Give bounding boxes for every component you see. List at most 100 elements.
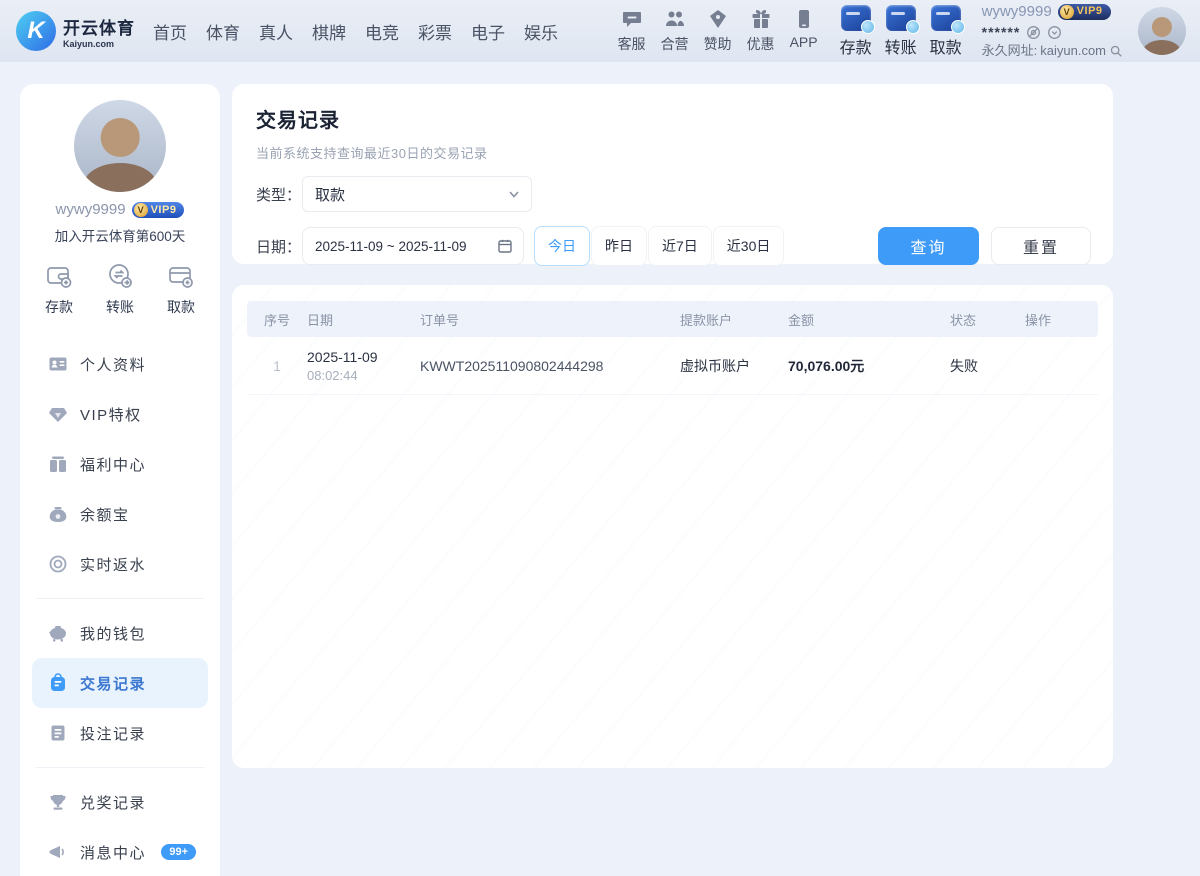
- sidebar-item-rebate-label: 实时返水: [80, 554, 146, 575]
- rebate-circle-icon: [48, 554, 68, 574]
- promotions-label: 优惠: [747, 34, 775, 54]
- search-icon[interactable]: [1109, 44, 1124, 59]
- col-amount: 金额: [788, 310, 950, 329]
- nav-item-esports[interactable]: 电竞: [365, 19, 399, 44]
- sidebar-item-profile[interactable]: 个人资料: [32, 339, 208, 389]
- masked-balance: ******: [982, 24, 1021, 42]
- profile-vip-badge[interactable]: V VIP9: [132, 202, 185, 218]
- topbar-wallet-group: 存款 转账 取款: [840, 5, 962, 58]
- id-card-icon: [48, 354, 68, 374]
- type-label: 类型：: [256, 184, 302, 205]
- nav-item-home[interactable]: 首页: [153, 19, 187, 44]
- profile-avatar[interactable]: [74, 100, 166, 192]
- type-select-value: 取款: [315, 184, 345, 205]
- col-account: 提款账户: [680, 310, 788, 329]
- sidebar-item-wallet[interactable]: 我的钱包: [32, 608, 208, 658]
- message-count-badge: 99+: [161, 844, 196, 860]
- range-7days-button[interactable]: 近7日: [648, 226, 712, 266]
- transfer-outline-icon: [105, 261, 135, 291]
- table-row[interactable]: 1 2025-11-09 08:02:44 KWWT20251109080244…: [247, 337, 1098, 395]
- cell-order-no: KWWT202511090802444298: [420, 358, 680, 374]
- nav-item-sports[interactable]: 体育: [206, 19, 240, 44]
- sidebar-item-bets[interactable]: 投注记录: [32, 708, 208, 758]
- bet-record-icon: [48, 723, 68, 743]
- card-outline-icon: [166, 261, 196, 291]
- sidebar-menu: 个人资料 VIP特权 福利中心 余额宝 实时返水: [20, 339, 220, 876]
- page-title: 交易记录: [256, 104, 1091, 133]
- sidebar-item-messages-label: 消息中心: [80, 842, 146, 863]
- sidebar-item-rebate[interactable]: 实时返水: [32, 539, 208, 589]
- type-select[interactable]: 取款: [302, 176, 532, 212]
- sidebar-withdraw-label: 取款: [167, 297, 195, 317]
- withdraw-button[interactable]: 取款: [930, 5, 962, 58]
- brand-domain: Kaiyun.com: [63, 39, 135, 49]
- quick-range-group: 今日 昨日 近7日 近30日: [534, 226, 784, 266]
- transfer-button[interactable]: 转账: [885, 5, 917, 58]
- nav-item-entertainment[interactable]: 娱乐: [524, 19, 558, 44]
- range-today-button[interactable]: 今日: [534, 226, 590, 266]
- sidebar-transfer-button[interactable]: 转账: [105, 261, 135, 317]
- sidebar-item-messages[interactable]: 消息中心 99+: [32, 827, 208, 876]
- permanent-url[interactable]: kaiyun.com: [1040, 43, 1106, 59]
- money-pouch-icon: [48, 504, 68, 524]
- col-date: 日期: [307, 310, 420, 329]
- col-status: 状态: [950, 310, 1025, 329]
- topbar-quick-icons: 客服 合营 赞助 优惠: [618, 8, 818, 54]
- deposit-button[interactable]: 存款: [840, 5, 872, 58]
- nav-item-lottery[interactable]: 彩票: [418, 19, 452, 44]
- sidebar-item-bets-label: 投注记录: [80, 723, 146, 744]
- sidebar-item-welfare[interactable]: 福利中心: [32, 439, 208, 489]
- gift-icon: [750, 8, 772, 30]
- nav-item-live[interactable]: 真人: [259, 19, 293, 44]
- brand-name: 开云体育: [63, 14, 135, 39]
- app-label: APP: [790, 34, 818, 50]
- vip-badge[interactable]: V VIP9: [1058, 4, 1111, 20]
- sidebar-item-transactions[interactable]: 交易记录: [32, 658, 208, 708]
- sidebar-deposit-button[interactable]: 存款: [44, 261, 74, 317]
- sidebar: wywy9999 V VIP9 加入开云体育第600天 存款 转账 取款: [20, 84, 220, 876]
- withdraw-icon: [931, 5, 961, 31]
- vip-shield-icon: V: [1060, 5, 1074, 19]
- col-operation: 操作: [1025, 310, 1098, 329]
- sidebar-item-profile-label: 个人资料: [80, 354, 146, 375]
- promotions-button[interactable]: 优惠: [747, 8, 775, 54]
- sidebar-deposit-label: 存款: [45, 297, 73, 317]
- eye-off-icon[interactable]: [1026, 25, 1041, 40]
- col-order-no: 订单号: [420, 310, 680, 329]
- cell-amount: 70,076.00元: [788, 356, 950, 376]
- partners-button[interactable]: 合营: [661, 8, 689, 54]
- sponsor-icon: [707, 8, 729, 30]
- profile-vip-shield-icon: V: [134, 203, 148, 217]
- sidebar-withdraw-button[interactable]: 取款: [166, 261, 196, 317]
- sidebar-item-prizes[interactable]: 兑奖记录: [32, 777, 208, 827]
- welfare-gift-icon: [48, 454, 68, 474]
- chat-icon: [621, 8, 643, 30]
- app-download-button[interactable]: APP: [790, 8, 818, 50]
- prize-trophy-icon: [48, 792, 68, 812]
- join-days-text: 加入开云体育第600天: [55, 225, 186, 245]
- user-avatar[interactable]: [1138, 7, 1186, 55]
- transfer-icon: [886, 5, 916, 31]
- sidebar-item-yuebao[interactable]: 余额宝: [32, 489, 208, 539]
- deposit-icon: [841, 5, 871, 31]
- megaphone-icon: [48, 842, 68, 862]
- nav-item-slots[interactable]: 电子: [471, 19, 505, 44]
- sponsor-button[interactable]: 赞助: [704, 8, 732, 54]
- chevron-circle-icon[interactable]: [1047, 25, 1062, 40]
- range-yesterday-button[interactable]: 昨日: [591, 226, 647, 266]
- brand-logo[interactable]: K 开云体育 Kaiyun.com: [16, 11, 135, 51]
- main-nav: 首页 体育 真人 棋牌 电竞 彩票 电子 娱乐: [153, 19, 558, 44]
- records-table-card: 序号 日期 订单号 提款账户 金额 状态 操作 1 2025-11-09 08:…: [232, 285, 1113, 768]
- sidebar-item-yuebao-label: 余额宝: [80, 504, 130, 525]
- sidebar-item-vip[interactable]: VIP特权: [32, 389, 208, 439]
- table-header: 序号 日期 订单号 提款账户 金额 状态 操作: [247, 301, 1098, 337]
- range-30days-button[interactable]: 近30日: [713, 226, 785, 266]
- nav-item-poker[interactable]: 棋牌: [312, 19, 346, 44]
- customer-service-button[interactable]: 客服: [618, 8, 646, 54]
- date-range-input[interactable]: 2025-11-09 ~ 2025-11-09: [302, 227, 524, 265]
- permanent-url-label: 永久网址:: [982, 43, 1038, 59]
- cell-date: 2025-11-09 08:02:44: [307, 349, 420, 383]
- main-content: 交易记录 当前系统支持查询最近30日的交易记录 类型： 取款 日期： 2025-…: [232, 84, 1113, 768]
- reset-button[interactable]: 重置: [991, 227, 1091, 265]
- search-button[interactable]: 查询: [878, 227, 979, 265]
